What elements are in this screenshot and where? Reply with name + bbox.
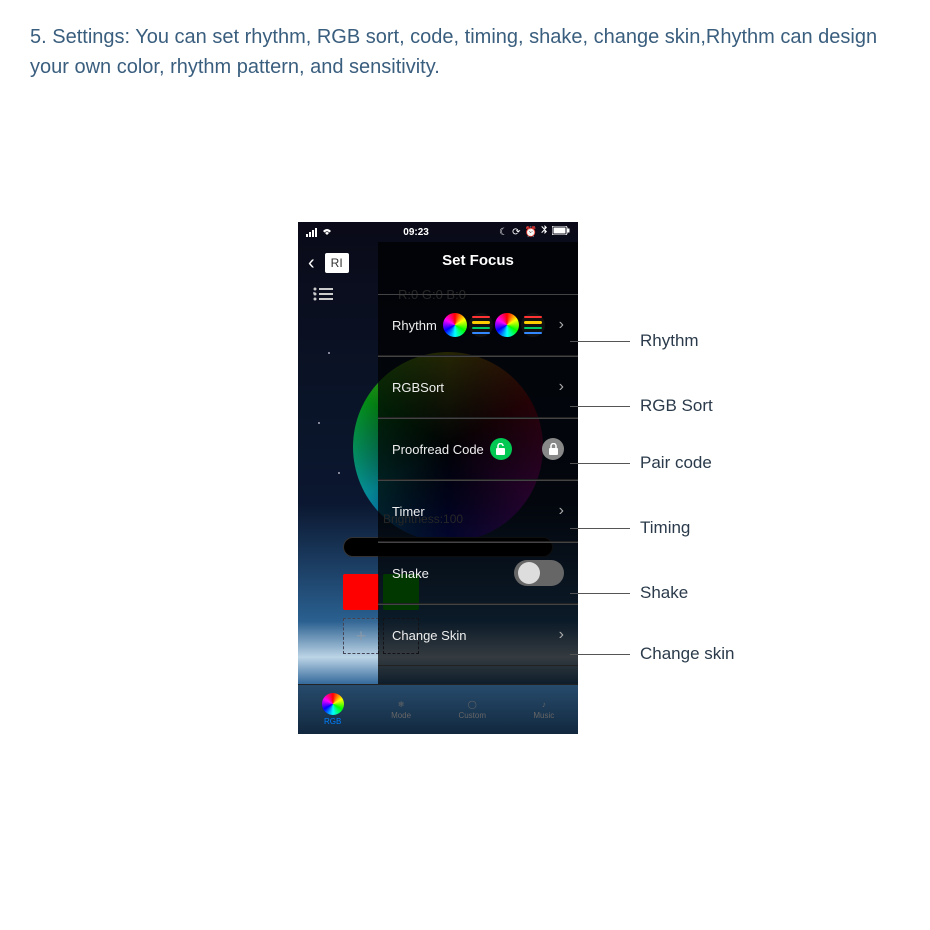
rhythm-bars-icon — [521, 313, 545, 337]
chevron-right-icon: › — [559, 626, 564, 644]
nav-rgb-label: RGB — [324, 717, 341, 726]
swatch-red[interactable] — [343, 574, 379, 610]
alarm-icon: ⏰ — [525, 227, 537, 238]
bottom-nav: RGB ❄ Mode ◯ Custom ♪ Music — [298, 684, 578, 734]
rhythm-bars-icon — [469, 313, 493, 337]
nav-rgb[interactable]: RGB — [322, 693, 344, 726]
menu-timer-label: Timer — [392, 504, 425, 519]
chevron-right-icon: › — [559, 316, 564, 334]
rhythm-preview-icons — [443, 313, 545, 337]
list-icon[interactable] — [313, 287, 333, 306]
settings-overlay: Set Focus Rhythm › RGBSort › Proofread C… — [378, 242, 578, 684]
callout-line — [570, 528, 630, 529]
overlay-title: Set Focus — [378, 242, 578, 294]
menu-rgbsort-label: RGBSort — [392, 380, 444, 395]
wifi-icon — [321, 226, 333, 239]
callout-line — [570, 593, 630, 594]
callout-line — [570, 654, 630, 655]
signal-icon — [306, 228, 317, 237]
nav-mode-label: Mode — [391, 711, 411, 720]
nav-music[interactable]: ♪ Music — [533, 700, 554, 720]
callout-shake: Shake — [640, 583, 688, 603]
nav-mode[interactable]: ❄ Mode — [391, 700, 411, 720]
bluetooth-icon — [541, 225, 548, 239]
menu-proofread-code[interactable]: Proofread Code — [378, 418, 578, 480]
menu-rhythm[interactable]: Rhythm › — [378, 294, 578, 356]
nav-custom[interactable]: ◯ Custom — [458, 700, 486, 720]
callout-line — [570, 406, 630, 407]
instruction-text: 5. Settings: You can set rhythm, RGB sor… — [30, 22, 900, 82]
lock-open-icon[interactable] — [490, 438, 512, 460]
add-swatch-button[interactable]: + — [343, 618, 379, 654]
status-bar: 09:23 ☾ ⟳ ⏰ — [298, 222, 578, 242]
custom-icon: ◯ — [468, 700, 477, 709]
chevron-right-icon: › — [559, 378, 564, 396]
menu-shake: Shake — [378, 542, 578, 604]
callout-paircode: Pair code — [640, 453, 712, 473]
phone-screenshot: 09:23 ☾ ⟳ ⏰ ‹ RI R:0 G:0 B:0 Brightness:… — [298, 222, 578, 734]
rhythm-rainbow-icon — [443, 313, 467, 337]
shake-toggle[interactable] — [514, 560, 564, 586]
callout-timing: Timing — [640, 518, 690, 538]
rgb-icon — [322, 693, 344, 715]
callout-rhythm: Rhythm — [640, 331, 699, 351]
callout-line — [570, 463, 630, 464]
callout-rgbsort: RGB Sort — [640, 396, 713, 416]
menu-proofread-label: Proofread Code — [392, 442, 484, 457]
menu-rhythm-label: Rhythm — [392, 318, 437, 333]
menu-shake-label: Shake — [392, 566, 429, 581]
back-button[interactable]: ‹ — [308, 252, 315, 275]
menu-timer[interactable]: Timer › — [378, 480, 578, 542]
moon-icon: ☾ — [499, 227, 508, 238]
nav-custom-label: Custom — [458, 711, 486, 720]
lock-closed-icon[interactable] — [542, 438, 564, 460]
sync-icon: ⟳ — [512, 227, 520, 238]
callout-line — [570, 341, 630, 342]
menu-change-skin[interactable]: Change Skin › — [378, 604, 578, 666]
menu-rgbsort[interactable]: RGBSort › — [378, 356, 578, 418]
menu-changeskin-label: Change Skin — [392, 628, 466, 643]
chevron-right-icon: › — [559, 502, 564, 520]
battery-icon — [552, 226, 570, 238]
callout-changeskin: Change skin — [640, 644, 735, 664]
music-icon: ♪ — [542, 700, 546, 709]
mode-tab[interactable]: RI — [325, 253, 349, 273]
rhythm-rainbow-icon — [495, 313, 519, 337]
snowflake-icon: ❄ — [398, 700, 405, 709]
status-time: 09:23 — [403, 227, 429, 238]
nav-music-label: Music — [533, 711, 554, 720]
